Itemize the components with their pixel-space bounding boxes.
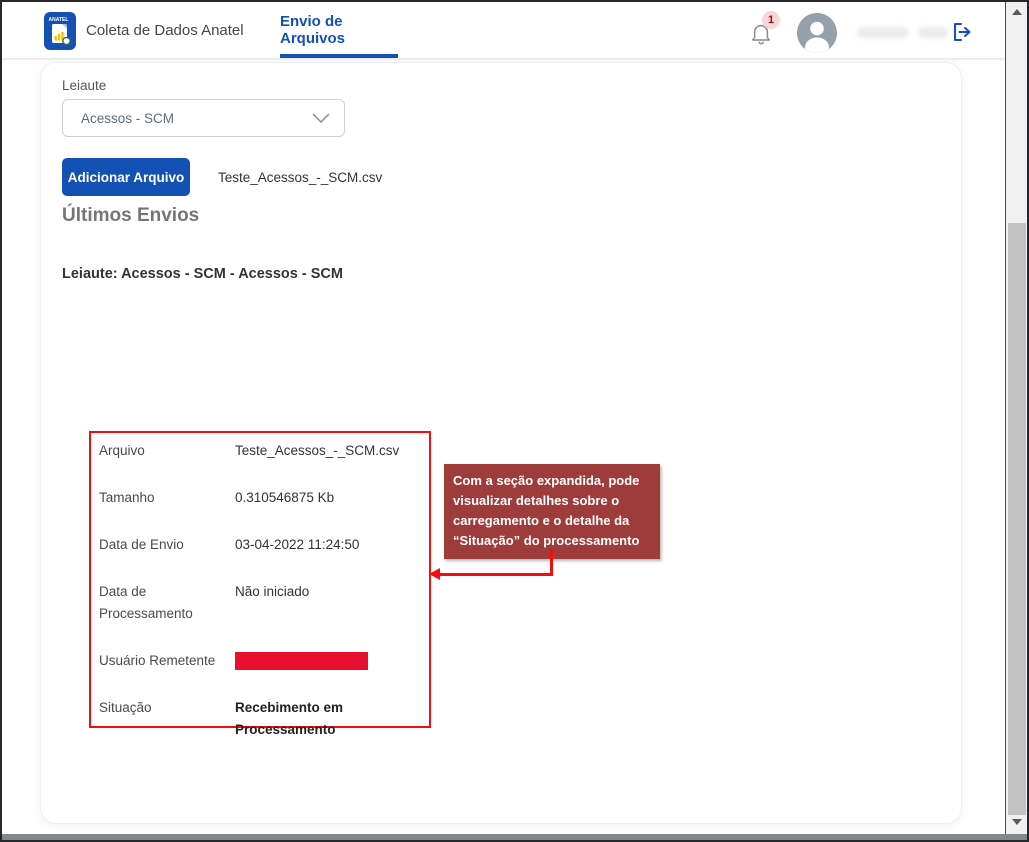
details-list: ArquivoTeste_Acessos_-_SCM.csv Tamanho0.3… bbox=[91, 433, 429, 766]
anatel-logo-icon: ANATEL bbox=[44, 12, 76, 50]
layout-field-label: Leiaute bbox=[62, 78, 106, 93]
tab-envio-de-arquivos[interactable]: Envio de Arquivos bbox=[280, 2, 398, 58]
layout-group-heading: Leiaute: Acessos - SCM - Acessos - SCM bbox=[62, 266, 343, 282]
app-window: ANATEL Coleta de Dados Anatel Envio de A… bbox=[0, 0, 1029, 842]
layout-select[interactable]: Acessos - SCM bbox=[62, 99, 345, 137]
logout-icon bbox=[953, 23, 973, 41]
detail-row: ArquivoTeste_Acessos_-_SCM.csv bbox=[99, 440, 425, 462]
detail-row: Data de ProcessamentoNão iniciado bbox=[99, 581, 425, 625]
detail-value: Não iniciado bbox=[235, 581, 425, 625]
annotation-callout: Com a seção expandida, pode visualizar d… bbox=[444, 464, 660, 559]
detail-value: Recebimento em Processamento bbox=[235, 697, 425, 741]
detail-label: Situação bbox=[99, 697, 235, 741]
redacted-value bbox=[235, 652, 368, 670]
detail-value bbox=[235, 650, 425, 672]
layout-select-value: Acessos - SCM bbox=[63, 111, 312, 126]
scrollbar-down-button[interactable] bbox=[1006, 814, 1028, 830]
detail-row: Data de Envio03-04-2022 11:24:50 bbox=[99, 534, 425, 556]
annotation-arrowhead bbox=[429, 568, 440, 580]
avatar[interactable] bbox=[797, 13, 837, 53]
tab-active-underline bbox=[280, 54, 398, 58]
logo-text: ANATEL bbox=[49, 17, 69, 23]
window-bottom-edge bbox=[0, 834, 1029, 840]
vertical-scrollbar[interactable] bbox=[1005, 2, 1027, 834]
detail-value: 0.310546875 Kb bbox=[235, 487, 425, 509]
last-uploads-title: Últimos Envios bbox=[62, 205, 199, 227]
user-name-redacted bbox=[857, 27, 909, 38]
scrollbar-up-icon bbox=[1012, 9, 1022, 15]
detail-label: Usuário Remetente bbox=[99, 650, 235, 672]
detail-label: Arquivo bbox=[99, 440, 235, 462]
detail-row: Usuário Remetente bbox=[99, 650, 425, 672]
avatar-icon bbox=[797, 13, 837, 53]
annotation-connector-horizontal bbox=[438, 573, 553, 576]
detail-label: Data de Processamento bbox=[99, 581, 235, 625]
app-header: ANATEL Coleta de Dados Anatel Envio de A… bbox=[2, 2, 1005, 58]
anatel-logo[interactable]: ANATEL bbox=[44, 12, 76, 50]
detail-row: SituaçãoRecebimento em Processamento bbox=[99, 697, 425, 741]
selected-file-name: Teste_Acessos_-_SCM.csv bbox=[218, 158, 382, 196]
scrollbar-up-button[interactable] bbox=[1006, 4, 1028, 20]
user-name-redacted bbox=[918, 27, 948, 38]
detail-value: Teste_Acessos_-_SCM.csv bbox=[235, 440, 425, 462]
app-title: Coleta de Dados Anatel bbox=[86, 2, 244, 58]
detail-label: Tamanho bbox=[99, 487, 235, 509]
chevron-down-icon bbox=[312, 113, 330, 123]
notification-badge: 1 bbox=[762, 11, 780, 29]
scrollbar-thumb[interactable] bbox=[1008, 223, 1026, 815]
logout-button[interactable] bbox=[953, 23, 973, 41]
scrollbar-down-icon bbox=[1012, 819, 1022, 825]
annotation-connector-vertical bbox=[550, 549, 553, 575]
detail-row: Tamanho0.310546875 Kb bbox=[99, 487, 425, 509]
annotation-highlight-box: ArquivoTeste_Acessos_-_SCM.csv Tamanho0.3… bbox=[89, 431, 431, 728]
detail-value: 03-04-2022 11:24:50 bbox=[235, 534, 425, 556]
add-file-button[interactable]: Adicionar Arquivo bbox=[62, 158, 190, 196]
detail-label: Data de Envio bbox=[99, 534, 235, 556]
